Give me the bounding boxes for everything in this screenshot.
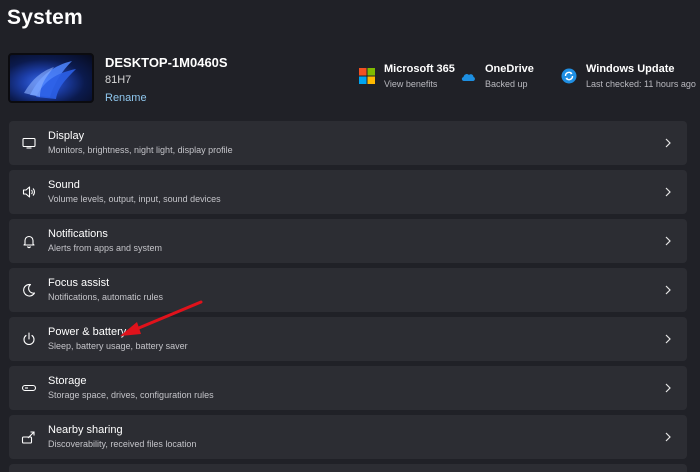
settings-item-title: Power & battery xyxy=(48,326,127,338)
display-icon xyxy=(21,135,37,151)
bell-icon xyxy=(21,233,37,249)
status-title: OneDrive xyxy=(485,63,534,75)
status-subtitle: Backed up xyxy=(485,79,528,89)
chevron-right-icon xyxy=(663,334,673,344)
settings-item-subtitle: Discoverability, received files location xyxy=(48,439,197,449)
chevron-right-icon xyxy=(663,138,673,148)
status-microsoft-365[interactable]: Microsoft 365 View benefits xyxy=(359,62,455,91)
rename-link[interactable]: Rename xyxy=(105,90,228,106)
settings-item-subtitle: Sleep, battery usage, battery saver xyxy=(48,341,188,351)
status-windows-update[interactable]: Windows Update Last checked: 11 hours ag… xyxy=(561,62,696,91)
settings-item-title: Notifications xyxy=(48,228,108,240)
windows-bloom-icon xyxy=(24,61,76,99)
chevron-right-icon xyxy=(663,236,673,246)
settings-item-title: Focus assist xyxy=(48,277,110,289)
settings-item-display[interactable]: Display Monitors, brightness, night ligh… xyxy=(9,121,687,165)
settings-item-title: Sound xyxy=(48,179,80,191)
chevron-right-icon xyxy=(663,432,673,442)
moon-icon xyxy=(21,282,37,298)
settings-item-title: Nearby sharing xyxy=(48,424,123,436)
chevron-right-icon xyxy=(663,285,673,295)
page-title: System xyxy=(7,6,83,29)
settings-item-nearby-sharing[interactable]: Nearby sharing Discoverability, received… xyxy=(9,415,687,459)
status-title: Windows Update xyxy=(586,63,675,75)
settings-item-sound[interactable]: Sound Volume levels, output, input, soun… xyxy=(9,170,687,214)
windows-update-icon xyxy=(561,68,577,84)
settings-item-subtitle: Storage space, drives, configuration rul… xyxy=(48,390,214,400)
system-settings-page: System DESKTOP-1M0460S 81H7 Rename Micro… xyxy=(0,0,700,472)
settings-item-subtitle: Volume levels, output, input, sound devi… xyxy=(48,194,221,204)
settings-item-subtitle: Notifications, automatic rules xyxy=(48,292,164,302)
desktop-wallpaper-thumbnail[interactable] xyxy=(8,53,94,103)
settings-item-subtitle: Monitors, brightness, night light, displ… xyxy=(48,145,233,155)
status-subtitle: View benefits xyxy=(384,79,438,89)
settings-item-title: Storage xyxy=(48,375,87,387)
speaker-icon xyxy=(21,184,37,200)
storage-drive-icon xyxy=(21,380,37,396)
microsoft-365-icon xyxy=(359,68,375,84)
chevron-right-icon xyxy=(663,187,673,197)
device-name: DESKTOP-1M0460S xyxy=(105,55,228,70)
onedrive-cloud-icon xyxy=(461,73,475,81)
nearby-sharing-icon xyxy=(21,429,37,445)
device-model: 81H7 xyxy=(105,74,132,86)
settings-item-storage[interactable]: Storage Storage space, drives, configura… xyxy=(9,366,687,410)
device-header: DESKTOP-1M0460S 81H7 Rename xyxy=(8,53,228,106)
status-onedrive[interactable]: OneDrive Backed up xyxy=(460,62,534,91)
settings-item-focus-assist[interactable]: Focus assist Notifications, automatic ru… xyxy=(9,268,687,312)
status-subtitle: Last checked: 11 hours ago xyxy=(586,79,696,89)
settings-item-power-battery[interactable]: Power & battery Sleep, battery usage, ba… xyxy=(9,317,687,361)
settings-item-subtitle: Alerts from apps and system xyxy=(48,243,163,253)
status-title: Microsoft 365 xyxy=(384,63,455,75)
chevron-right-icon xyxy=(663,383,673,393)
settings-item-notifications[interactable]: Notifications Alerts from apps and syste… xyxy=(9,219,687,263)
power-icon xyxy=(21,331,37,347)
settings-item-title: Display xyxy=(48,130,85,142)
settings-item-partial[interactable] xyxy=(9,464,687,472)
